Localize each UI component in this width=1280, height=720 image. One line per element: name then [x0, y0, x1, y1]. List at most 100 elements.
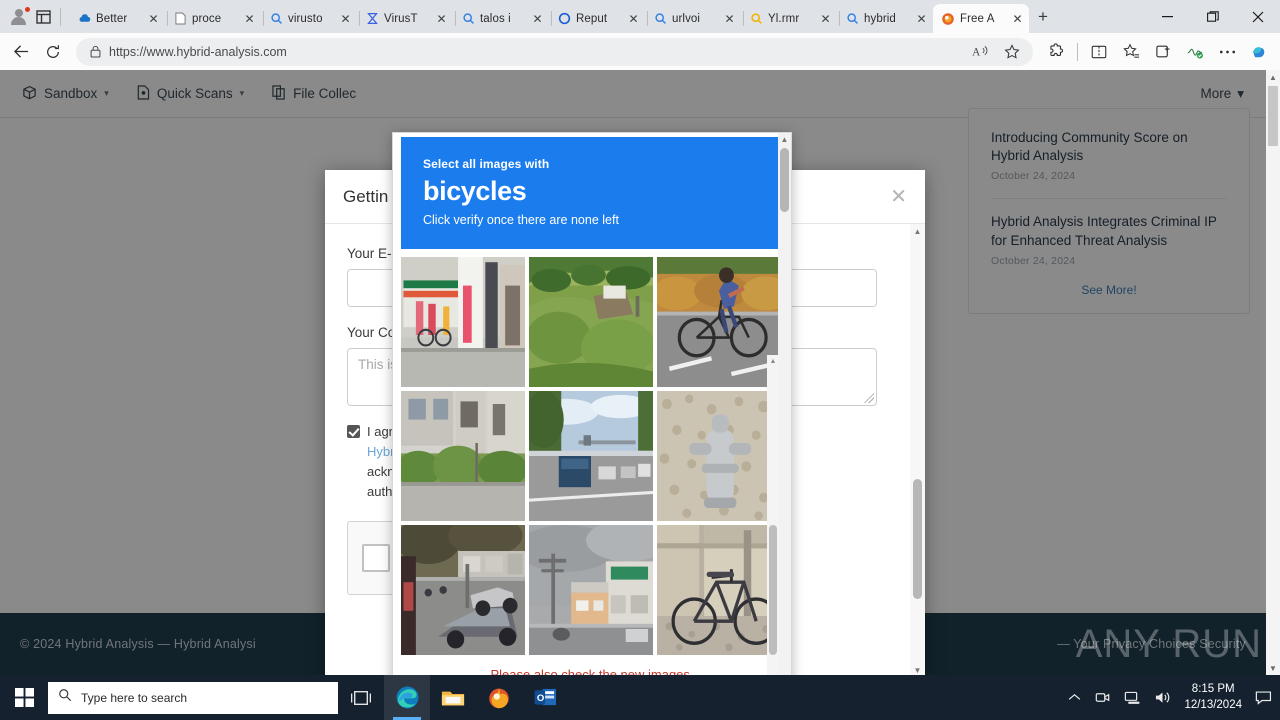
refresh-button[interactable]	[38, 38, 68, 66]
svg-text:O: O	[536, 693, 544, 704]
scrollbar-thumb[interactable]	[780, 148, 789, 212]
scroll-up-icon[interactable]: ▲	[778, 133, 791, 146]
outlook-icon[interactable]: O	[522, 675, 568, 720]
clock-date: 12/13/2024	[1184, 698, 1242, 711]
browser-essentials-icon[interactable]	[1180, 38, 1210, 66]
browser-tab[interactable]: Yl.rmr ✕	[741, 4, 840, 33]
page-viewport: Sandbox ▾ Quick Scans ▾ File Collec More…	[0, 70, 1280, 675]
tab-close-icon[interactable]: ✕	[434, 11, 449, 26]
agree-checkbox[interactable]	[347, 425, 360, 438]
scrollbar-thumb[interactable]	[1268, 86, 1278, 146]
recaptcha-checkbox[interactable]	[362, 543, 390, 572]
browser-tab[interactable]: hybrid ✕	[837, 4, 933, 33]
scroll-up-icon[interactable]: ▲	[1266, 70, 1280, 84]
favorites-bar-icon[interactable]	[1116, 38, 1146, 66]
toolbar-divider	[1077, 42, 1078, 61]
tab-label: Better	[96, 12, 128, 25]
tab-close-icon[interactable]: ✕	[146, 11, 161, 26]
minimize-button[interactable]	[1145, 0, 1190, 33]
file-explorer-icon[interactable]	[430, 675, 476, 720]
tab-label: talos i	[480, 12, 511, 25]
extensions-icon[interactable]	[1041, 38, 1071, 66]
browser-tab[interactable]: proce ✕	[165, 4, 264, 33]
tab-close-icon[interactable]: ✕	[1010, 11, 1025, 26]
circle-icon	[557, 12, 571, 26]
new-tab-button[interactable]: +	[1029, 3, 1057, 31]
scrollbar-thumb[interactable]	[913, 479, 922, 599]
scroll-up-icon[interactable]: ▲	[910, 224, 925, 239]
tab-close-icon[interactable]: ✕	[818, 11, 833, 26]
tab-close-icon[interactable]: ✕	[722, 11, 737, 26]
captcha-tile[interactable]	[657, 257, 781, 387]
notifications-icon[interactable]	[1255, 690, 1272, 705]
back-button[interactable]	[6, 38, 36, 66]
show-hidden-icons-icon[interactable]	[1068, 693, 1081, 702]
favorite-icon[interactable]	[997, 38, 1027, 66]
page-icon	[173, 12, 187, 26]
captcha-vertical-scrollbar[interactable]: ▲	[778, 133, 791, 675]
windows-taskbar: Type here to search O 8:15 PM 12/13/2024	[0, 675, 1280, 720]
anyrun-watermark: ANY RUN	[1076, 622, 1262, 667]
browser-tab[interactable]: Better ✕	[69, 4, 168, 33]
resize-grip-icon[interactable]	[864, 393, 874, 403]
edge-icon[interactable]	[384, 675, 430, 720]
close-icon[interactable]: ✕	[890, 187, 907, 207]
volume-icon[interactable]	[1154, 690, 1171, 705]
tab-label: virusto	[288, 12, 323, 25]
captcha-tile[interactable]	[529, 525, 653, 655]
browser-tab-active[interactable]: Free A ✕	[933, 4, 1029, 33]
firefox-icon	[941, 12, 955, 26]
captcha-target-word: bicycles	[423, 176, 527, 206]
tab-close-icon[interactable]: ✕	[530, 11, 545, 26]
browser-tab[interactable]: Reput ✕	[549, 4, 648, 33]
captcha-tile[interactable]	[657, 391, 781, 521]
collections-icon[interactable]	[1148, 38, 1178, 66]
tab-label: Free A	[960, 12, 995, 25]
scroll-down-icon[interactable]: ▼	[1266, 661, 1280, 675]
captcha-grid	[401, 257, 785, 655]
tab-actions-icon[interactable]	[32, 6, 54, 28]
captcha-image-scrollbar[interactable]: ▲ ▼	[767, 355, 779, 675]
tab-close-icon[interactable]: ✕	[914, 11, 929, 26]
captcha-tile[interactable]	[401, 525, 525, 655]
browser-tab[interactable]: virusto ✕	[261, 4, 360, 33]
search-icon	[58, 688, 72, 707]
tab-close-icon[interactable]: ✕	[626, 11, 641, 26]
tab-label: proce	[192, 12, 222, 25]
network-icon[interactable]	[1124, 690, 1141, 705]
page-scrollbar[interactable]: ▲ ▼	[1266, 70, 1280, 675]
firefox-icon[interactable]	[476, 675, 522, 720]
taskbar-clock[interactable]: 8:15 PM 12/13/2024	[1184, 682, 1242, 713]
camera-icon[interactable]	[1094, 690, 1111, 705]
captcha-tile[interactable]	[657, 525, 781, 655]
task-view-icon[interactable]	[338, 675, 384, 720]
search-placeholder: Type here to search	[81, 690, 188, 705]
maximize-button[interactable]	[1190, 0, 1235, 33]
close-button[interactable]	[1235, 0, 1280, 33]
browser-tab[interactable]: urlvoi ✕	[645, 4, 744, 33]
tab-close-icon[interactable]: ✕	[242, 11, 257, 26]
browser-tab[interactable]: talos i ✕	[453, 4, 552, 33]
search-icon	[845, 12, 859, 26]
tab-label: VirusT	[384, 12, 418, 25]
captcha-tile[interactable]	[401, 257, 525, 387]
scrollbar-thumb[interactable]	[769, 525, 777, 655]
scroll-up-icon[interactable]: ▲	[767, 355, 779, 367]
captcha-tile[interactable]	[529, 257, 653, 387]
start-button[interactable]	[0, 675, 48, 720]
read-aloud-icon[interactable]: A	[965, 38, 995, 66]
scroll-down-icon[interactable]: ▼	[910, 663, 925, 675]
captcha-tile[interactable]	[401, 391, 525, 521]
profile-icon[interactable]	[8, 5, 31, 28]
copilot-icon[interactable]	[1244, 38, 1274, 66]
taskbar-search[interactable]: Type here to search	[48, 681, 338, 714]
tab-close-icon[interactable]: ✕	[338, 11, 353, 26]
settings-more-icon[interactable]	[1212, 38, 1242, 66]
captcha-tile[interactable]	[529, 391, 653, 521]
captcha-prompt: Select all images with bicycles Click ve…	[401, 137, 785, 249]
address-bar[interactable]: https://www.hybrid-analysis.com A	[76, 37, 1033, 66]
modal-scrollbar[interactable]: ▲ ▼	[910, 224, 925, 675]
browser-tab[interactable]: VirusT ✕	[357, 4, 456, 33]
split-screen-icon[interactable]	[1084, 38, 1114, 66]
tabs-container: Better ✕ proce ✕ virusto ✕ VirusT ✕ talo…	[69, 0, 1057, 33]
